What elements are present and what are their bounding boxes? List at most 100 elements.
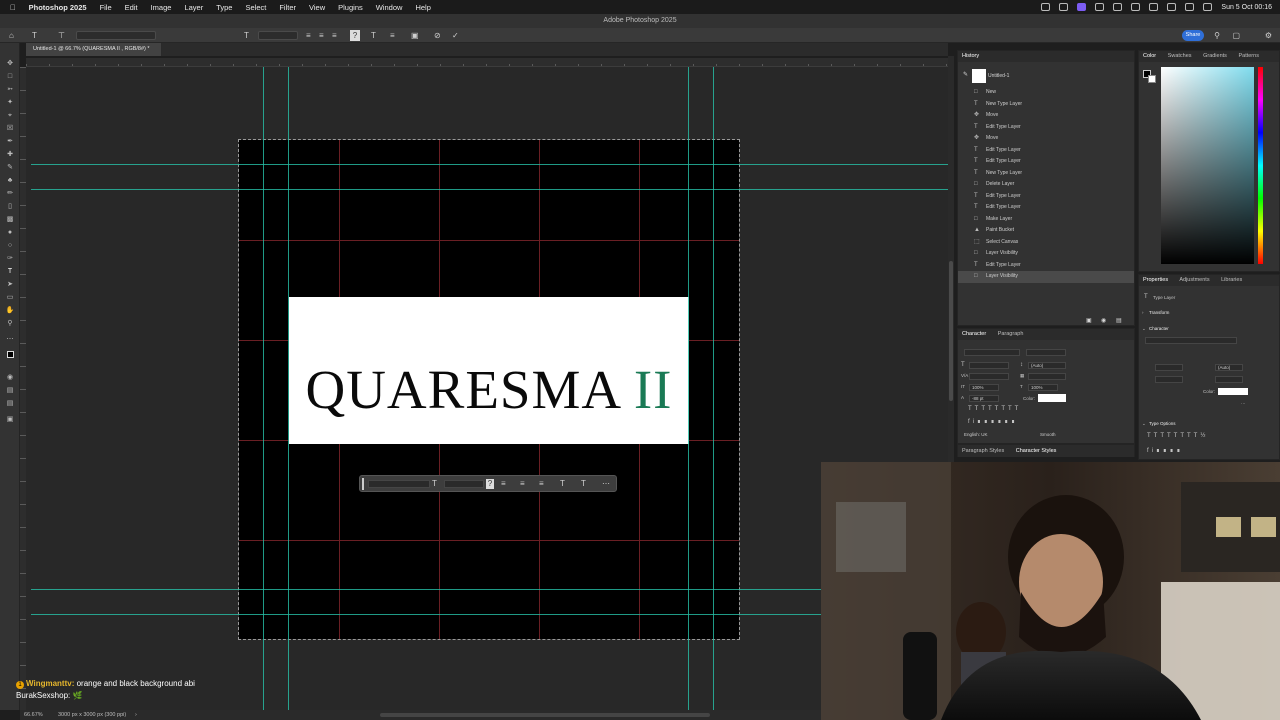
char-vertical-scale[interactable]: 100% [969,384,999,391]
guide-horizontal[interactable] [31,614,948,615]
sync-icon[interactable] [1059,3,1069,11]
history-item[interactable]: ▲ Paint Bucket [958,225,1134,237]
props-font-size[interactable] [1155,364,1183,371]
snapshot-label[interactable]: Untitled-1 [988,73,1009,79]
history-brush-icon[interactable]: ✏ [5,189,15,198]
gen-fill-icon[interactable]: ▣ [5,415,15,424]
char-language[interactable]: English: UK [962,432,1022,439]
tab-character[interactable]: Character [962,331,986,337]
tab-character-styles[interactable]: Character Styles [1016,448,1057,454]
props-font-dropdown[interactable] [1145,337,1237,344]
props-opentype-buttons[interactable]: fi∎∎∎∎ [1147,447,1183,454]
char-style-buttons[interactable]: TTTTTTTT [968,406,1021,412]
bg-color-swatch[interactable] [1148,75,1156,83]
new-doc-from-state-icon[interactable]: ▣ [1086,317,1092,324]
crop-tool-icon[interactable]: ⌖ [5,111,15,120]
tab-libraries[interactable]: Libraries [1221,277,1242,283]
ctx-color-swatch[interactable]: ? [486,479,494,489]
record-icon[interactable] [1041,3,1051,11]
guide-horizontal[interactable] [31,164,948,165]
frame-tool-icon[interactable]: ☒ [5,124,15,133]
bluetooth-icon[interactable] [1149,3,1159,11]
headline-text-layer[interactable]: QUARESMA II [289,358,689,421]
text-orientation-icon[interactable]: ⊤ [58,30,65,41]
tab-color[interactable]: Color [1143,53,1156,59]
character-panel-icon[interactable]: ≡ [390,30,395,41]
ctx-warp-icon[interactable]: T [560,479,565,489]
character-section[interactable]: Character [1149,326,1169,331]
props-tracking[interactable] [1215,376,1243,383]
more-tools-icon[interactable]: ⋯ [5,335,15,344]
snapshot-brush-icon[interactable]: ✎ [963,71,968,78]
snapshot-thumbnail[interactable] [972,69,986,83]
char-color-swatch[interactable] [1038,394,1066,402]
menu-help[interactable]: Help [415,3,430,12]
char-opentype-buttons[interactable]: fi∎∎∎∎∎∎ [968,418,1018,425]
char-kerning[interactable] [969,373,1009,380]
canvas-workspace[interactable]: QUARESMA II T ? ≡ ≡ ≡ T T ⋯ [26,67,948,710]
menu-view[interactable]: View [309,3,325,12]
history-item[interactable]: T New Type Layer [958,168,1134,180]
char-font-style[interactable] [1026,349,1066,356]
guide-horizontal[interactable] [31,189,948,190]
control-center-icon[interactable] [1203,3,1213,11]
search-icon[interactable]: ⚲ [1214,30,1220,41]
camera-icon[interactable]: ◉ [1101,317,1106,324]
lasso-tool-icon[interactable]: ➳ [5,85,15,94]
menu-edit[interactable]: Edit [125,3,138,12]
align-right-icon[interactable]: ≡ [332,30,337,41]
dropbox-icon[interactable] [1113,3,1123,11]
tab-adjustments[interactable]: Adjustments [1179,277,1209,283]
search-icon[interactable] [1185,3,1195,11]
blur-tool-icon[interactable]: ● [5,228,15,237]
magic-wand-icon[interactable]: ✦ [5,98,15,107]
guide-horizontal[interactable] [31,589,948,590]
menu-image[interactable]: Image [151,3,172,12]
type-options-chevron-icon[interactable]: ⌄ [1142,421,1146,427]
menu-file[interactable]: File [100,3,112,12]
screen-mode-icon[interactable]: ▤ [5,386,15,395]
3d-icon[interactable]: ▣ [411,30,419,41]
tab-patterns[interactable]: Patterns [1238,53,1258,59]
trash-icon[interactable]: ▤ [1116,317,1122,324]
align-center-icon[interactable]: ≡ [319,30,324,41]
menu-type[interactable]: Type [216,3,232,12]
document-tab[interactable]: Untitled-1 @ 66.7% (QUARESMA II , RGB/8#… [26,43,162,56]
menubar-clock[interactable]: Sun 5 Oct 00:16 [1221,4,1272,11]
history-item[interactable]: □ Layer Visibility [958,271,1134,283]
type-tool-preset-icon[interactable]: T [32,30,37,41]
messages-icon[interactable] [1095,3,1105,11]
play-icon[interactable] [1131,3,1141,11]
tab-paragraph[interactable]: Paragraph [998,331,1024,337]
quick-mask-icon[interactable]: ◉ [5,373,15,382]
share-button[interactable]: Share [1182,30,1204,41]
tab-paragraph-styles[interactable]: Paragraph Styles [962,448,1004,454]
scroll-thumb[interactable] [949,261,953,401]
home-icon[interactable]: ⌂ [9,30,14,41]
type-tool-icon[interactable]: T [5,267,15,276]
history-item[interactable]: □ Layer Visibility [958,248,1134,260]
props-more-icon[interactable]: ⋯ [1241,401,1246,407]
char-antialias[interactable]: Smooth [1038,432,1068,439]
type-options-section[interactable]: Type Options [1149,421,1176,426]
commit-icon[interactable]: ✓ [452,30,459,41]
zoom-tool-icon[interactable]: ⚲ [5,319,15,328]
history-item[interactable]: T Edit Type Layer [958,156,1134,168]
props-text-style-buttons[interactable]: TTTTTTTT½ [1147,433,1208,439]
props-leading[interactable]: (Auto) [1215,364,1243,371]
drag-handle[interactable] [362,478,364,490]
rectangle-tool-icon[interactable]: ▭ [5,293,15,302]
eyedropper-icon[interactable]: ✒ [5,137,15,146]
history-item[interactable]: ⬚ Select Canvas [958,237,1134,249]
transform-chevron-icon[interactable]: › [1142,310,1144,315]
path-selection-icon[interactable]: ➤ [5,280,15,289]
warp-text-icon[interactable]: T [371,30,376,41]
tab-gradients[interactable]: Gradients [1203,53,1227,59]
tab-swatches[interactable]: Swatches [1168,53,1192,59]
character-chevron-icon[interactable]: ⌄ [1142,326,1146,332]
char-font-size[interactable] [969,362,1009,369]
font-family-dropdown[interactable] [76,31,156,40]
menu-app-name[interactable]: Photoshop 2025 [29,3,87,12]
char-font-family[interactable] [964,349,1020,356]
props-color-swatch[interactable] [1218,388,1248,395]
